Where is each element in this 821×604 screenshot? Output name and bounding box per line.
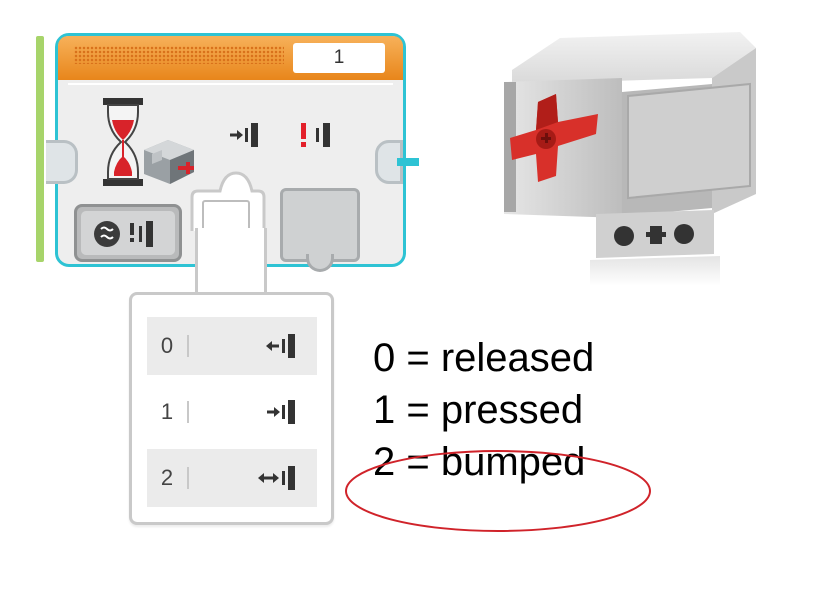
- block-header: 1: [58, 36, 403, 80]
- legend-line-pressed: 1 = pressed: [373, 388, 584, 432]
- touch-sensor-photo: [504, 32, 756, 286]
- changed-state-icon: [301, 123, 330, 147]
- legend-line-released: 0 = released: [373, 336, 595, 380]
- previous-block-edge: [36, 36, 44, 262]
- highlight-ellipse: [345, 450, 651, 532]
- dropdown-option-0[interactable]: 0: [147, 317, 317, 375]
- option-value: 2: [160, 465, 174, 490]
- option-separator: [187, 401, 189, 423]
- dropdown-option-1[interactable]: 1: [147, 383, 317, 441]
- sequence-output-plug[interactable]: [375, 140, 421, 184]
- header-texture: [74, 46, 284, 64]
- option-separator: [187, 467, 189, 489]
- option-separator: [187, 335, 189, 357]
- dropdown-stem: [195, 228, 267, 296]
- sequence-input-plug[interactable]: [46, 140, 78, 184]
- bumped-icon: [258, 466, 295, 490]
- output-parameter-knob: [306, 254, 334, 272]
- state-dropdown[interactable]: 0 1 2: [129, 292, 334, 525]
- pressed-icon: [267, 400, 295, 424]
- block-divider: [68, 83, 393, 85]
- option-value: 0: [160, 333, 174, 358]
- mode-selector[interactable]: [74, 204, 182, 262]
- option-value: 1: [160, 399, 174, 424]
- compare-change-icon: [94, 221, 153, 247]
- pressed-state-icon: [230, 123, 258, 147]
- released-icon: [266, 334, 295, 358]
- port-selector[interactable]: 1: [293, 43, 385, 73]
- dropdown-option-2[interactable]: 2: [147, 449, 317, 507]
